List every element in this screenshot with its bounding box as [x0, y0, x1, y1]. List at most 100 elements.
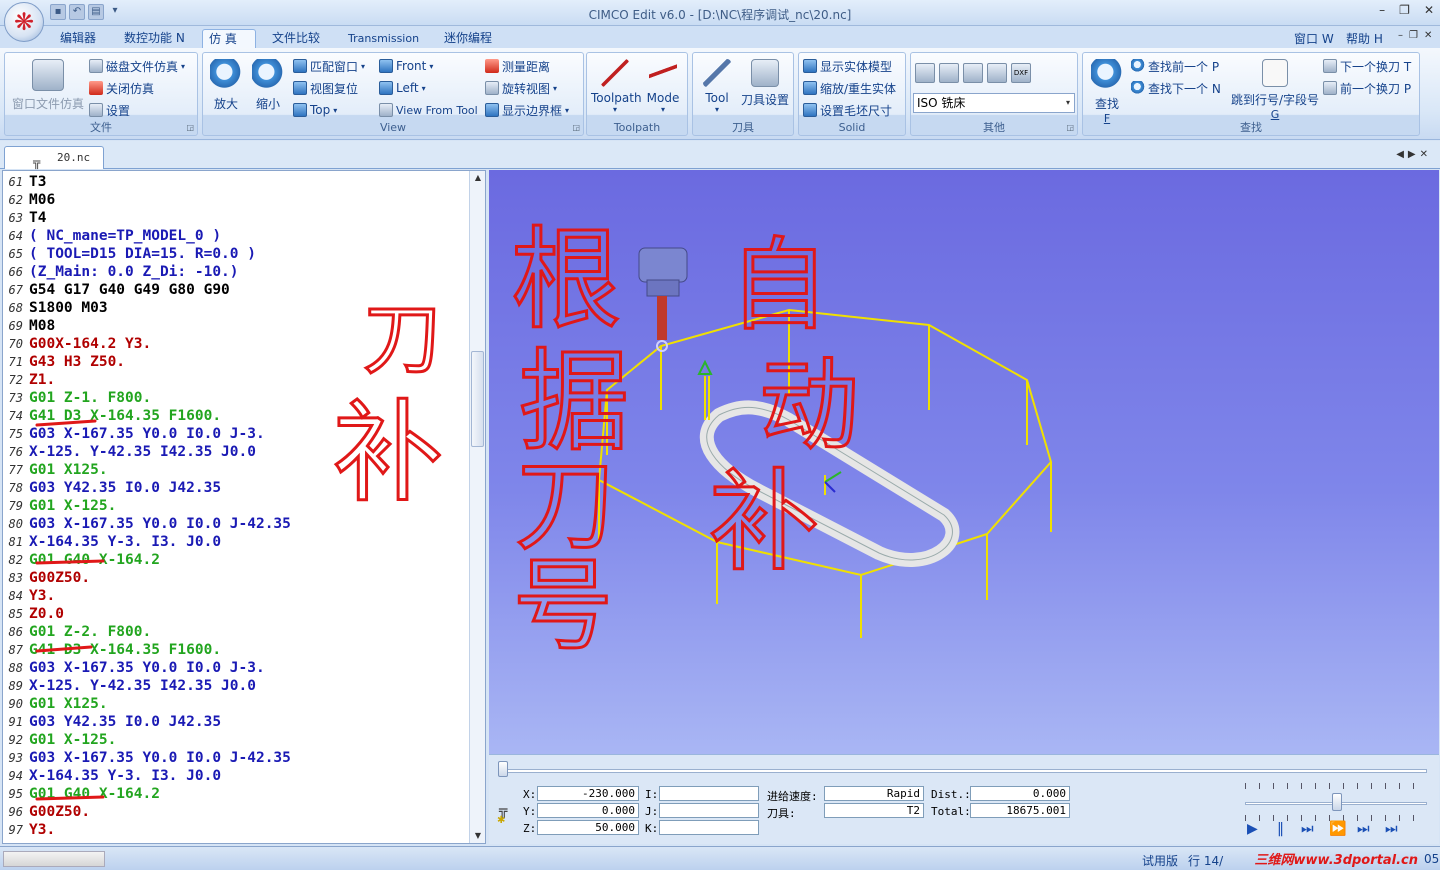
layers-icon: [32, 59, 64, 91]
step-z-icon[interactable]: ⏭: [1357, 821, 1370, 837]
dialog-launcher-icon[interactable]: ◲: [572, 123, 580, 132]
y-value-field: 0.000: [537, 803, 639, 818]
spark-icon: ✱: [497, 815, 506, 826]
tab-simulation[interactable]: 仿 真: [202, 29, 256, 49]
progress-slider-track[interactable]: [501, 769, 1427, 773]
menu-window[interactable]: 窗口 W: [1294, 30, 1334, 47]
tab-editor[interactable]: 编辑器: [54, 29, 102, 49]
k-value-field: [659, 820, 759, 835]
run-to-end-icon[interactable]: ⏭: [1385, 821, 1398, 837]
dialog-launcher-icon[interactable]: ◲: [186, 123, 194, 132]
document-tab[interactable]: ╦ 20.nc: [4, 146, 104, 169]
feed-value-field: Rapid: [824, 786, 924, 801]
find-previous-button[interactable]: 查找前一个 P: [1131, 57, 1219, 75]
bounding-box-button[interactable]: 显示边界框 ▾: [485, 101, 569, 119]
rotate-icon: [485, 81, 499, 95]
left-view-button[interactable]: Left ▾: [379, 79, 426, 97]
find-button[interactable]: 查找 F: [1087, 59, 1127, 125]
dialog-launcher-icon[interactable]: ◲: [1066, 123, 1074, 132]
undo-icon[interactable]: ↶: [69, 4, 85, 20]
tab-mini-programming[interactable]: 迷你编程: [438, 29, 498, 49]
handwritten-annotations-left: 刀 补: [35, 294, 445, 801]
close-icon[interactable]: ✕: [1424, 3, 1434, 17]
speed-slider-knob[interactable]: [1332, 793, 1342, 811]
tool-settings-button[interactable]: 刀具设置: [737, 59, 793, 108]
tool-settings-icon: [751, 59, 779, 87]
jump-to-line-button[interactable]: 跳到行号/字段号 G: [1229, 59, 1321, 121]
mdi-controls[interactable]: –❐✕: [1398, 30, 1438, 41]
i-label: I:: [645, 788, 659, 801]
dxf-icon[interactable]: DXF: [1011, 63, 1031, 83]
document-tab-bar: ╦ 20.nc ◀▶✕: [0, 141, 1440, 169]
show-solid-button[interactable]: 显示实体模型: [803, 57, 892, 75]
scroll-up-icon[interactable]: ▲: [470, 171, 485, 185]
save-icon[interactable]: ▪: [50, 4, 66, 20]
top-view-button[interactable]: Top ▾: [293, 101, 337, 119]
disk-icon: [89, 59, 103, 73]
measure-icon: [485, 59, 499, 73]
print-icon[interactable]: ▤: [88, 4, 104, 20]
quick-access-toolbar: ▪ ↶ ▤ ▾: [50, 4, 123, 20]
find-next-button[interactable]: 查找下一个 N: [1131, 79, 1221, 97]
front-view-button[interactable]: Front ▾: [379, 57, 433, 75]
underline-mark: [35, 795, 105, 801]
reset-view-button[interactable]: 视图复位: [293, 79, 358, 97]
maximize-icon[interactable]: ❐: [1399, 3, 1410, 17]
scroll-thumb[interactable]: [471, 351, 484, 447]
ribbon-tabs: 编辑器 数控功能 N 仿 真 文件比较 Transmission 迷你编程 窗口…: [0, 26, 1440, 49]
step-icon[interactable]: ⏭: [1301, 821, 1314, 837]
menu-help[interactable]: 帮助 H: [1346, 30, 1383, 47]
zoom-out-button[interactable]: 缩小: [251, 59, 285, 112]
run-to-cursor-icon[interactable]: ⏩: [1329, 821, 1346, 837]
regen-icon: [803, 81, 817, 95]
regen-solid-button[interactable]: 缩放/重生实体: [803, 79, 896, 97]
tab-transmission[interactable]: Transmission: [342, 29, 425, 49]
k-label: K:: [645, 822, 659, 835]
simulation-viewport[interactable]: 根 据 刀 号 自 动 补: [489, 170, 1439, 754]
tab-file-compare[interactable]: 文件比较: [266, 29, 326, 49]
zoom-in-button[interactable]: 放大: [209, 59, 243, 112]
underline-mark: [35, 645, 93, 653]
machine-select[interactable]: ISO 铣床 ▾: [913, 93, 1075, 113]
pause-icon[interactable]: ‖: [1277, 821, 1284, 837]
chart-icon[interactable]: [915, 63, 935, 83]
copy-icon[interactable]: [963, 63, 983, 83]
vertical-scrollbar[interactable]: ▲ ▼: [469, 171, 485, 843]
fit-icon: [293, 59, 307, 73]
progress-slider-knob[interactable]: [498, 761, 508, 777]
customize-icon[interactable]: ▾: [107, 4, 123, 20]
view-from-tool-button[interactable]: View From Tool: [379, 101, 478, 119]
group-toolpath: Toolpath ▾ Mode ▾ Toolpath: [586, 52, 688, 136]
bounding-box-icon: [485, 103, 499, 117]
watermark: 三维网www.3dportal.cn: [1254, 853, 1418, 868]
prev-tool-change-button[interactable]: 前一个换刀 P: [1323, 79, 1411, 97]
svg-text:动: 动: [759, 347, 859, 464]
measure-button[interactable]: 测量距离: [485, 57, 550, 75]
export-icon[interactable]: [987, 63, 1007, 83]
other-icon-row: DXF: [915, 63, 1031, 83]
scroll-down-icon[interactable]: ▼: [470, 829, 485, 843]
mode-button[interactable]: Mode ▾: [641, 59, 685, 114]
close-sim-button[interactable]: 关闭仿真: [89, 79, 154, 97]
settings-button[interactable]: 设置: [89, 101, 130, 119]
disk-file-sim-button[interactable]: 磁盘文件仿真 ▾: [89, 57, 185, 75]
window-file-sim-button[interactable]: 窗口文件仿真: [9, 59, 87, 112]
tab-nc-functions[interactable]: 数控功能 N: [118, 29, 191, 49]
toolpath-button[interactable]: Toolpath ▾: [591, 59, 642, 114]
play-icon[interactable]: ▶: [1247, 821, 1258, 837]
feed-label: 进给速度:: [767, 790, 818, 803]
minimize-icon[interactable]: –: [1379, 3, 1385, 17]
title-bar: CIMCO Edit v6.0 - [D:\NC\程序调试_nc\20.nc] …: [0, 0, 1440, 26]
app-menu-button[interactable]: ❋: [4, 2, 44, 42]
next-tool-change-button[interactable]: 下一个换刀 T: [1323, 57, 1411, 75]
stock-size-button[interactable]: 设置毛坯尺寸: [803, 101, 892, 119]
grid-icon[interactable]: [939, 63, 959, 83]
nc-code-editor[interactable]: 61 T3 62 M06 63 T4 64( NC_mane=TP_MODEL_0 ) 65(…: [2, 170, 486, 844]
svg-text:号: 号: [513, 547, 613, 664]
status-mode: 试用版: [1142, 854, 1179, 868]
rotate-view-button[interactable]: 旋转视图 ▾: [485, 79, 557, 97]
fit-window-button[interactable]: 匹配窗口 ▾: [293, 57, 365, 75]
cube-front-icon: [379, 59, 393, 73]
tool-button[interactable]: Tool ▾: [697, 59, 737, 114]
tab-nav-arrows[interactable]: ◀▶✕: [1396, 149, 1432, 160]
